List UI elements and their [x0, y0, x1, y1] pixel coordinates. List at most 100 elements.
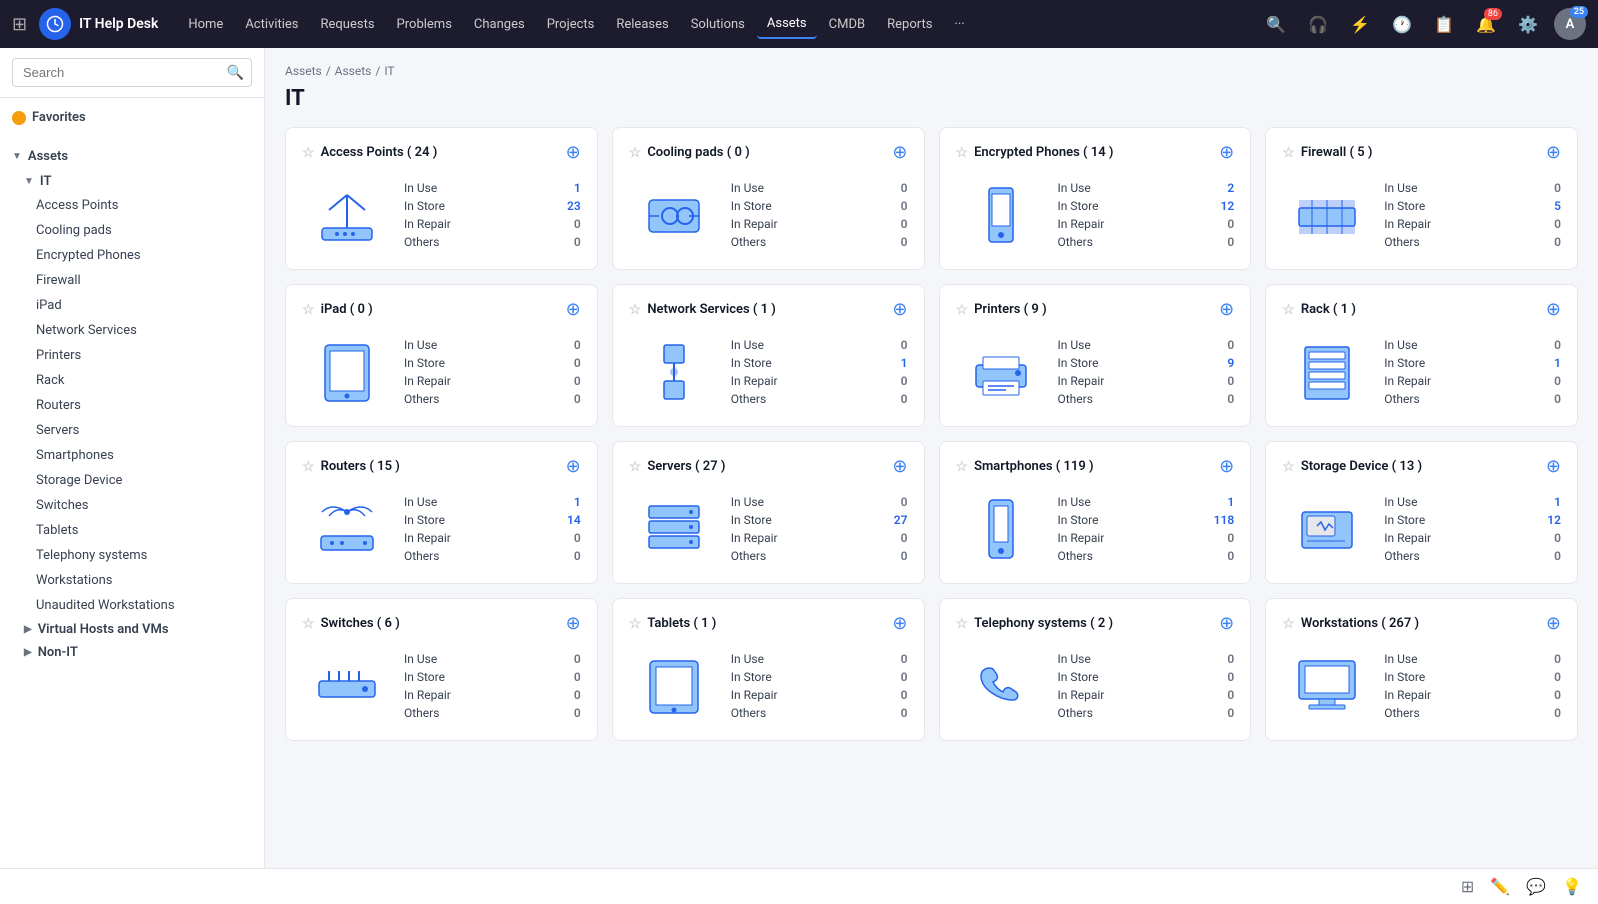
add-button[interactable]: ⊕ — [1546, 299, 1561, 320]
card-body: In Use 1 In Store 118 In Repair 0 Others… — [956, 489, 1235, 569]
nav-cmdb[interactable]: CMDB — [819, 11, 875, 38]
star-icon[interactable]: ☆ — [1282, 302, 1295, 318]
in-repair-label: In Repair — [404, 531, 451, 545]
sidebar-item-cooling-pads[interactable]: Cooling pads — [0, 218, 264, 243]
add-button[interactable]: ⊕ — [1219, 142, 1234, 163]
sidebar-item-rack[interactable]: Rack — [0, 368, 264, 393]
sidebar-item-printers[interactable]: Printers — [0, 343, 264, 368]
sidebar-item-telephony-systems[interactable]: Telephony systems — [0, 543, 264, 568]
star-icon[interactable]: ☆ — [302, 302, 315, 318]
add-button[interactable]: ⊕ — [1219, 613, 1234, 634]
card-title: ☆ Workstations ( 267 ) — [1282, 616, 1419, 632]
star-icon[interactable]: ☆ — [629, 459, 642, 475]
nav-changes[interactable]: Changes — [464, 11, 535, 38]
star-icon[interactable]: ☆ — [956, 302, 969, 318]
add-button[interactable]: ⊕ — [566, 142, 581, 163]
sidebar-item-encrypted-phones[interactable]: Encrypted Phones — [0, 243, 264, 268]
sidebar-virtual-hosts-group[interactable]: ▶ Virtual Hosts and VMs — [0, 618, 264, 641]
headset-icon[interactable]: 🎧 — [1302, 8, 1334, 40]
add-button[interactable]: ⊕ — [892, 142, 907, 163]
card-body: In Use 1 In Store 14 In Repair 0 Others … — [302, 489, 581, 569]
star-icon[interactable]: ☆ — [1282, 616, 1295, 632]
nav-more[interactable]: ··· — [944, 11, 974, 38]
others-value: 0 — [1554, 549, 1561, 563]
stat-others: Others 0 — [731, 549, 908, 563]
sidebar-item-smartphones[interactable]: Smartphones — [0, 443, 264, 468]
user-avatar[interactable]: A 25 — [1554, 8, 1586, 40]
star-icon[interactable]: ☆ — [1282, 459, 1295, 475]
nav-requests[interactable]: Requests — [311, 11, 385, 38]
accessibility-icon[interactable]: ⊞ — [1461, 877, 1474, 896]
add-button[interactable]: ⊕ — [566, 613, 581, 634]
sidebar-item-ipad[interactable]: iPad — [0, 293, 264, 318]
star-icon[interactable]: ☆ — [302, 616, 315, 632]
sidebar-favorites[interactable]: Favorites — [0, 104, 264, 131]
nav-solutions[interactable]: Solutions — [681, 11, 755, 38]
add-button[interactable]: ⊕ — [892, 299, 907, 320]
add-button[interactable]: ⊕ — [1546, 142, 1561, 163]
others-label: Others — [1058, 549, 1093, 563]
star-icon[interactable]: ☆ — [629, 145, 642, 161]
history-icon[interactable]: 🕐 — [1386, 8, 1418, 40]
nav-projects[interactable]: Projects — [537, 11, 605, 38]
sidebar-it-group[interactable]: ▼ IT — [0, 170, 264, 193]
add-button[interactable]: ⊕ — [1219, 456, 1234, 477]
nav-activities[interactable]: Activities — [235, 11, 308, 38]
add-button[interactable]: ⊕ — [1546, 456, 1561, 477]
non-it-chevron-icon: ▶ — [24, 647, 32, 658]
settings-icon[interactable]: ⚙️ — [1512, 8, 1544, 40]
bulb-icon[interactable]: 💡 — [1562, 877, 1582, 896]
chat-icon[interactable]: 💬 — [1526, 877, 1546, 896]
edit-icon[interactable]: ✏️ — [1490, 877, 1510, 896]
nav-releases[interactable]: Releases — [606, 11, 678, 38]
add-button[interactable]: ⊕ — [1546, 613, 1561, 634]
star-icon[interactable]: ☆ — [629, 302, 642, 318]
add-button[interactable]: ⊕ — [892, 613, 907, 634]
sidebar-item-tablets[interactable]: Tablets — [0, 518, 264, 543]
search-button[interactable]: 🔍 — [1260, 8, 1292, 40]
notifications-icon[interactable]: 🔔 86 — [1470, 8, 1502, 40]
in-use-value: 1 — [1227, 495, 1234, 509]
add-button[interactable]: ⊕ — [892, 456, 907, 477]
sidebar-item-routers[interactable]: Routers — [0, 393, 264, 418]
add-button[interactable]: ⊕ — [1219, 299, 1234, 320]
star-icon[interactable]: ☆ — [629, 616, 642, 632]
stat-in-use: In Use 1 — [1384, 495, 1561, 509]
stat-in-use: In Use 2 — [1058, 181, 1235, 195]
breadcrumb-assets-1[interactable]: Assets — [285, 64, 322, 78]
star-icon[interactable]: ☆ — [956, 145, 969, 161]
others-label: Others — [404, 235, 439, 249]
sidebar-item-firewall[interactable]: Firewall — [0, 268, 264, 293]
tasks-icon[interactable]: 📋 — [1428, 8, 1460, 40]
breadcrumb-assets-2[interactable]: Assets — [335, 64, 372, 78]
in-repair-value: 0 — [574, 688, 581, 702]
sidebar-item-servers[interactable]: Servers — [0, 418, 264, 443]
breadcrumb-it: IT — [384, 64, 394, 78]
add-button[interactable]: ⊕ — [566, 456, 581, 477]
nav-problems[interactable]: Problems — [387, 11, 462, 38]
star-icon[interactable]: ☆ — [1282, 145, 1295, 161]
asset-card-network-services: ☆ Network Services ( 1 ) ⊕ In Use 0 In S… — [612, 284, 925, 427]
sidebar-non-it-group[interactable]: ▶ Non-IT — [0, 641, 264, 664]
grid-icon[interactable]: ⊞ — [12, 14, 27, 35]
sidebar-item-unaudited-workstations[interactable]: Unaudited Workstations — [0, 593, 264, 618]
sidebar-search-input[interactable] — [12, 58, 252, 87]
lightning-icon[interactable]: ⚡ — [1344, 8, 1376, 40]
sidebar-item-network-services[interactable]: Network Services — [0, 318, 264, 343]
sidebar-item-workstations[interactable]: Workstations — [0, 568, 264, 593]
card-stats: In Use 0 In Store 9 In Repair 0 Others 0 — [1058, 338, 1235, 406]
nav-reports[interactable]: Reports — [877, 11, 942, 38]
sidebar-item-switches[interactable]: Switches — [0, 493, 264, 518]
nav-assets[interactable]: Assets — [757, 10, 817, 39]
star-icon[interactable]: ☆ — [956, 459, 969, 475]
star-icon[interactable]: ☆ — [956, 616, 969, 632]
sidebar-item-storage-device[interactable]: Storage Device — [0, 468, 264, 493]
nav-home[interactable]: Home — [178, 11, 233, 38]
in-repair-value: 0 — [574, 374, 581, 388]
star-icon[interactable]: ☆ — [302, 145, 315, 161]
star-icon[interactable]: ☆ — [302, 459, 315, 475]
add-button[interactable]: ⊕ — [566, 299, 581, 320]
sidebar-item-access-points[interactable]: Access Points — [0, 193, 264, 218]
sidebar-assets-group[interactable]: ▼ Assets — [0, 143, 264, 170]
sidebar-section-favorites: Favorites — [0, 98, 264, 137]
